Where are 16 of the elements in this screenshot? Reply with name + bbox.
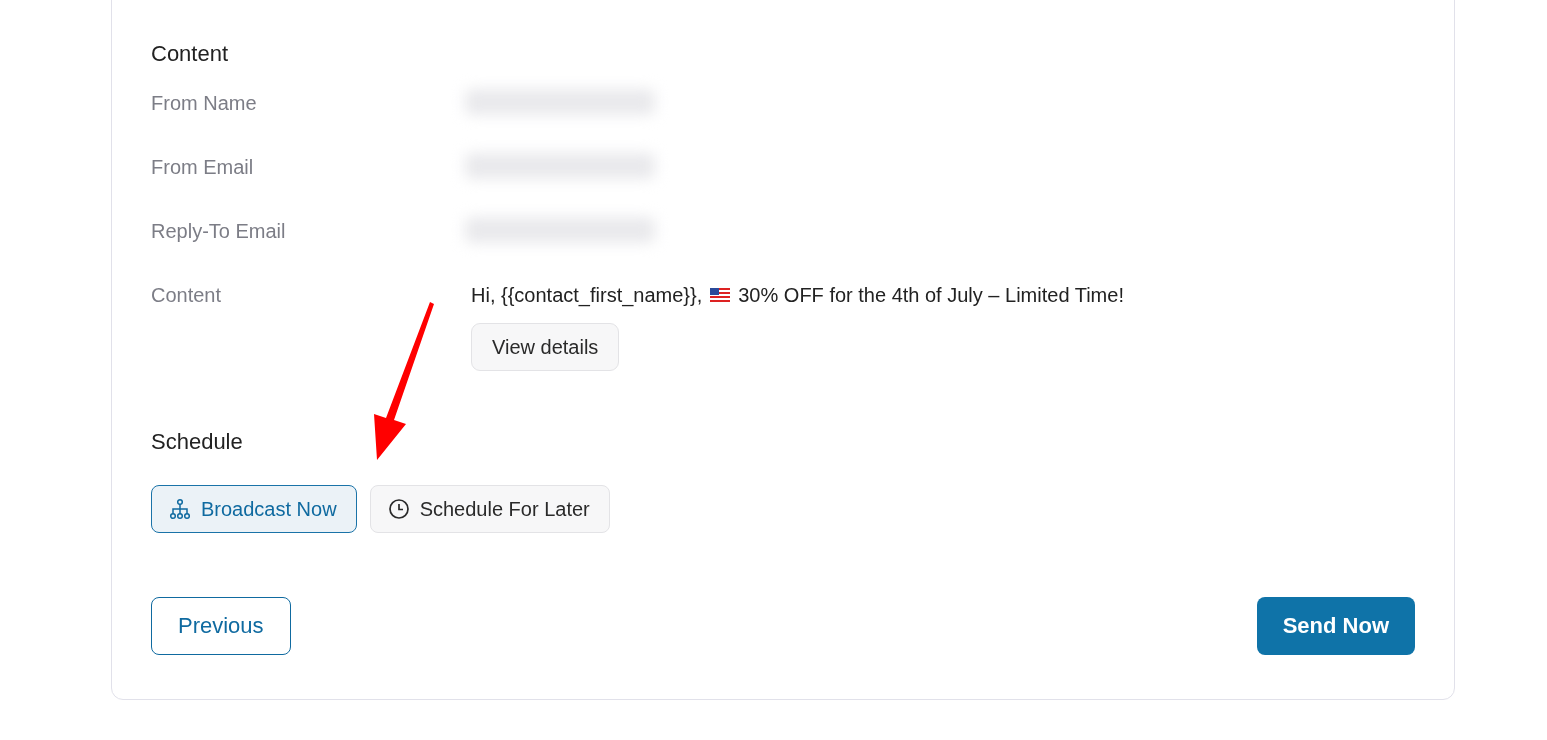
view-details-button[interactable]: View details bbox=[471, 323, 620, 371]
field-label: From Name bbox=[151, 91, 258, 115]
sitemap-icon bbox=[169, 498, 191, 520]
clock-icon bbox=[387, 498, 410, 520]
section-heading: Schedule bbox=[151, 429, 243, 455]
section-heading: Content bbox=[151, 41, 229, 67]
flag-icon bbox=[710, 288, 731, 302]
message-text: 30% OFF for the 4th of July – Limited Time! bbox=[738, 283, 1124, 307]
message-text: Hi, {{contact_first_name}}, bbox=[471, 283, 703, 307]
send-now-button[interactable]: Send Now bbox=[1256, 597, 1415, 655]
schedule-option-button[interactable]: Schedule For Later bbox=[369, 485, 610, 533]
field-label: Reply-To Email bbox=[151, 219, 287, 243]
field-label: Content bbox=[151, 283, 223, 307]
field-label: From Email bbox=[151, 155, 255, 179]
schedule-option-button[interactable]: Broadcast Now bbox=[151, 485, 357, 533]
previous-button[interactable]: Previous bbox=[151, 597, 291, 655]
